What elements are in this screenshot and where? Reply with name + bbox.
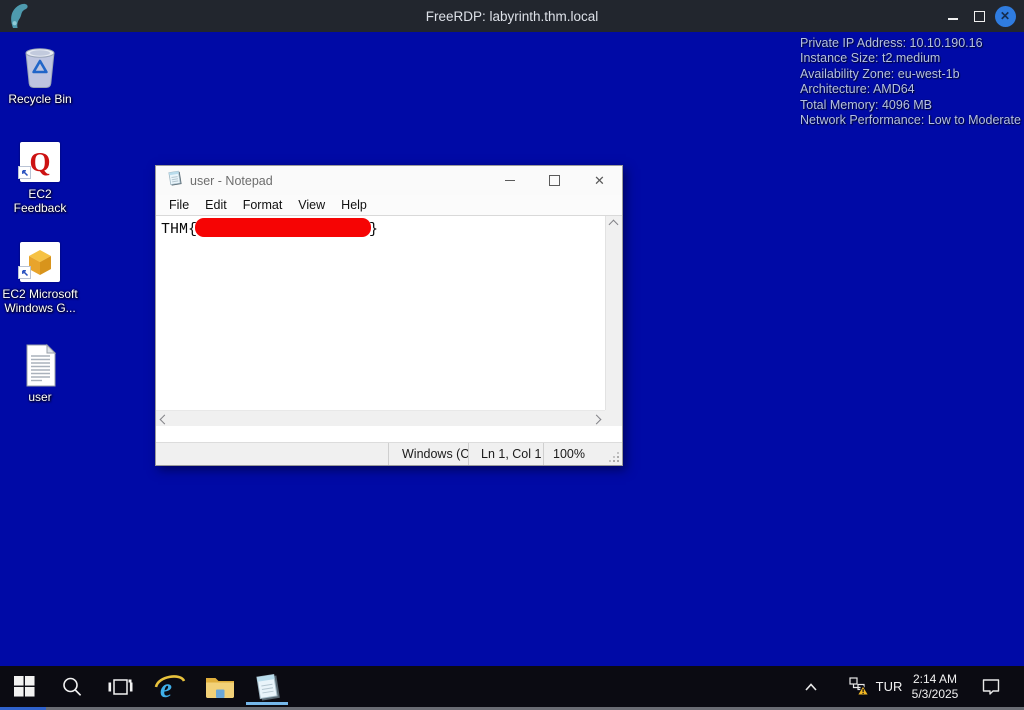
action-center-icon xyxy=(982,678,1000,695)
ec2-instance-info: Private IP Address: 10.10.190.16 Instanc… xyxy=(800,36,1021,128)
recycle-bin-icon xyxy=(17,44,63,90)
rdp-screen: FreeRDP: labyrinth.thm.local ✕ Private I… xyxy=(0,0,1024,710)
desktop-icon-label: EC2 Feedback xyxy=(13,187,67,215)
flag-prefix: THM{ xyxy=(161,221,198,238)
internet-explorer-icon: e xyxy=(154,673,186,702)
ec2-info-line: Architecture: AMD64 xyxy=(800,82,915,97)
menu-edit[interactable]: Edit xyxy=(197,198,235,212)
menu-format[interactable]: Format xyxy=(235,198,291,212)
desktop-icon-user-file[interactable]: user xyxy=(2,342,78,404)
notepad-statusbar: Windows (C Ln 1, Col 1 100% xyxy=(156,442,622,465)
close-icon: ✕ xyxy=(994,5,1016,27)
notepad-icon xyxy=(256,673,280,701)
notepad-window: user - Notepad ✕ File Edit Format View H… xyxy=(155,165,623,466)
minimize-icon xyxy=(504,180,515,181)
notepad-menubar: File Edit Format View Help xyxy=(156,195,622,215)
notepad-window-title: user - Notepad xyxy=(190,173,273,188)
vertical-scrollbar[interactable] xyxy=(605,216,622,426)
language-indicator: TUR xyxy=(875,679,903,694)
ec2-info-line: Total Memory: 4096 MB xyxy=(800,97,932,112)
clock-date: 5/3/2025 xyxy=(911,686,959,701)
shortcut-arrow-icon xyxy=(18,166,31,184)
maximize-icon xyxy=(549,175,560,186)
notepad-titlebar[interactable]: user - Notepad ✕ xyxy=(156,166,622,195)
ec2-windows-cube-icon xyxy=(17,239,63,285)
menu-help[interactable]: Help xyxy=(333,198,375,212)
start-button[interactable] xyxy=(0,666,48,707)
chevron-up-icon xyxy=(805,682,817,691)
tray-show-hidden-button[interactable] xyxy=(796,666,826,707)
action-center-button[interactable] xyxy=(974,666,1008,707)
resize-grip[interactable] xyxy=(617,460,619,462)
minimize-icon xyxy=(948,18,958,20)
desktop-icon-label: Recycle Bin xyxy=(8,92,72,106)
scroll-right-icon[interactable] xyxy=(591,414,602,425)
rdp-maximize-button[interactable] xyxy=(966,0,992,32)
horizontal-scrollbar[interactable] xyxy=(156,410,605,426)
file-explorer-button[interactable] xyxy=(198,666,242,707)
notepad-taskbar-button[interactable] xyxy=(246,666,290,707)
desktop-icon-ec2-windows-guide[interactable]: EC2 Microsoft Windows G... xyxy=(2,239,78,315)
rdp-minimize-button[interactable] xyxy=(940,0,966,32)
desktop-background[interactable]: Private IP Address: 10.10.190.16 Instanc… xyxy=(0,32,1024,666)
ec2-info-line: Network Performance: Low to Moderate xyxy=(800,113,1021,128)
ec2-info-line: Private IP Address: 10.10.190.16 xyxy=(800,36,983,50)
notepad-minimize-button[interactable] xyxy=(487,166,532,195)
file-explorer-icon xyxy=(206,678,234,698)
flag-suffix: } xyxy=(369,221,379,238)
internet-explorer-button[interactable]: e xyxy=(148,666,192,707)
active-app-indicator xyxy=(246,702,288,705)
notepad-close-button[interactable]: ✕ xyxy=(577,166,622,195)
rdp-close-button[interactable]: ✕ xyxy=(992,0,1018,32)
scroll-left-icon[interactable] xyxy=(159,414,170,425)
scroll-up-icon[interactable] xyxy=(608,219,619,230)
ec2-feedback-icon: Q xyxy=(17,139,63,185)
desktop-icon-recycle-bin[interactable]: Recycle Bin xyxy=(2,44,78,106)
shortcut-arrow-icon xyxy=(18,266,31,284)
ec2-info-line: Instance Size: t2.medium xyxy=(800,51,941,66)
ec2-info-line: Availability Zone: eu-west-1b xyxy=(800,66,960,81)
tray-clock-button[interactable]: 2:14 AM 5/3/2025 xyxy=(906,666,964,707)
maximize-icon xyxy=(973,10,985,22)
desktop-icon-label: EC2 Microsoft Windows G... xyxy=(2,287,78,315)
redaction-box xyxy=(195,218,372,237)
search-icon xyxy=(63,677,82,696)
search-button[interactable] xyxy=(48,666,96,707)
tray-network-button[interactable] xyxy=(844,666,874,707)
rdp-titlebar[interactable]: FreeRDP: labyrinth.thm.local ✕ xyxy=(0,0,1024,32)
status-zoom-level: 100% xyxy=(543,443,622,465)
menu-file[interactable]: File xyxy=(161,198,197,212)
close-icon: ✕ xyxy=(594,172,605,188)
clock-time: 2:14 AM xyxy=(912,671,958,686)
network-warning-icon xyxy=(848,677,869,696)
task-view-icon xyxy=(108,678,132,695)
task-view-button[interactable] xyxy=(96,666,144,707)
scrollbar-corner xyxy=(605,410,622,426)
windows-logo-icon xyxy=(13,676,35,697)
user-file-icon xyxy=(17,342,63,388)
taskbar: e TUR 2:14 AM 5/3/2025 xyxy=(0,666,1024,710)
q-letter-icon: Q xyxy=(29,146,51,177)
notepad-text-area[interactable]: THM{} xyxy=(156,216,605,426)
notepad-app-icon xyxy=(167,170,183,191)
notepad-maximize-button[interactable] xyxy=(532,166,577,195)
rdp-window-title: FreeRDP: labyrinth.thm.local xyxy=(425,8,599,24)
desktop-icon-label: user xyxy=(28,390,52,404)
tray-language-button[interactable]: TUR xyxy=(872,666,906,707)
desktop-icon-ec2-feedback[interactable]: Q EC2 Feedback xyxy=(2,139,78,215)
menu-view[interactable]: View xyxy=(290,198,333,212)
